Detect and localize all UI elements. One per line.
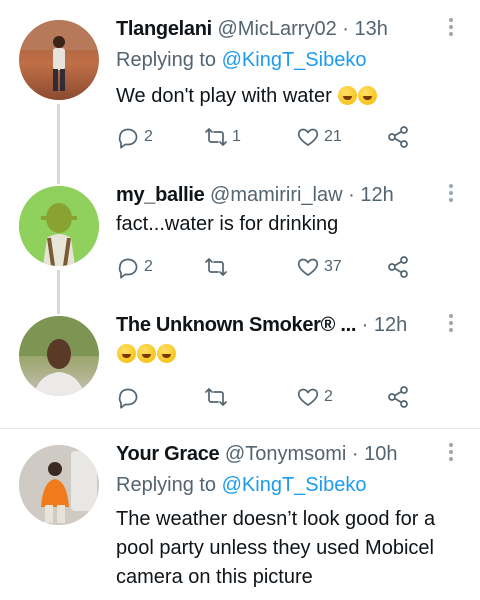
more-vertical-icon[interactable] <box>446 443 456 465</box>
tweet-header: Tlangelani @MicLarry02 · 13h <box>116 14 388 44</box>
display-name[interactable]: The Unknown Smoker® ... <box>116 314 356 336</box>
separator-dot: · <box>361 314 369 336</box>
reply-bubble-icon <box>118 388 138 409</box>
mention-link[interactable]: @KingT_Sibeko <box>222 474 367 496</box>
tweet-3[interactable]: The Unknown Smoker® ... · 12h 2 <box>0 308 480 428</box>
replying-to-label: Replying to <box>116 474 217 496</box>
avatar[interactable] <box>19 186 99 266</box>
thread-line <box>57 270 60 308</box>
tweet-actions: 2 1 21 <box>116 124 416 150</box>
retweet-icon <box>205 388 227 406</box>
separator-dot: · <box>351 443 359 465</box>
reply-count: 2 <box>144 258 153 275</box>
more-vertical-icon[interactable] <box>446 184 456 206</box>
like-button[interactable]: 2 <box>296 384 333 410</box>
share-button[interactable] <box>386 124 410 150</box>
replying-to-label: Replying to <box>116 49 217 71</box>
avatar-photo-person-icon <box>19 20 99 91</box>
username[interactable]: @mamiriri_law <box>210 184 343 206</box>
share-icon <box>388 256 408 278</box>
retweet-icon <box>205 128 227 146</box>
heart-icon <box>297 388 319 406</box>
mention-link[interactable]: @KingT_Sibeko <box>222 49 367 71</box>
retweet-count: 1 <box>232 128 241 145</box>
avatar-photo-person-icon <box>19 445 99 525</box>
tweet-header: my_ballie @mamiriri_law · 12h <box>116 180 394 210</box>
tweet-1[interactable]: Tlangelani @MicLarry02 · 13h Replying to… <box>0 0 480 170</box>
tweet-2[interactable]: my_ballie @mamiriri_law · 12h fact...wat… <box>0 170 480 308</box>
tweet-actions: 2 37 <box>116 254 416 280</box>
tweet-4[interactable]: Your Grace @Tonymsomi · 10h Replying to … <box>0 429 480 600</box>
retweet-button[interactable] <box>204 254 232 280</box>
separator-dot: · <box>348 184 355 206</box>
retweet-button[interactable] <box>204 384 232 410</box>
timestamp[interactable]: 12h <box>374 314 407 336</box>
display-name[interactable]: Your Grace <box>116 443 220 465</box>
tweet-body: The weather doesn’t look good for a pool… <box>116 508 436 588</box>
laughing-emoji-icon <box>338 86 358 105</box>
heart-icon <box>297 258 319 276</box>
tweet-text <box>116 340 476 369</box>
like-button[interactable]: 21 <box>296 124 342 150</box>
timestamp[interactable]: 12h <box>360 184 393 206</box>
avatar-photo-person-icon <box>19 316 99 396</box>
thread-line <box>57 104 60 170</box>
tweet-text: fact...water is for drinking <box>116 210 476 239</box>
like-count: 37 <box>324 258 342 275</box>
timestamp[interactable]: 13h <box>355 18 388 40</box>
retweet-button[interactable]: 1 <box>204 124 241 150</box>
reply-count: 2 <box>144 128 153 145</box>
like-button[interactable]: 37 <box>296 254 342 280</box>
like-count: 2 <box>324 388 333 405</box>
replying-to: Replying to @KingT_Sibeko <box>116 471 366 499</box>
tweet-text: We don't play with water <box>116 82 476 111</box>
tweet-header: Your Grace @Tonymsomi · 10h <box>116 439 398 469</box>
tweet-actions: 2 <box>116 384 416 410</box>
thread-line <box>57 170 60 184</box>
rolling-laughing-emoji-icon <box>358 86 378 105</box>
rolling-laughing-emoji-icon <box>137 344 156 363</box>
reply-bubble-icon <box>118 128 138 149</box>
more-vertical-icon[interactable] <box>446 18 456 40</box>
avatar[interactable] <box>19 445 99 525</box>
share-button[interactable] <box>386 254 410 280</box>
share-button[interactable] <box>386 384 410 410</box>
avatar-cartoon-ogre-icon <box>19 186 99 266</box>
tweet-body: We don't play with water <box>116 85 332 107</box>
retweet-icon <box>205 258 227 276</box>
rolling-laughing-emoji-icon <box>117 344 136 363</box>
thread-line <box>57 308 60 314</box>
timestamp[interactable]: 10h <box>364 443 397 465</box>
reply-button[interactable]: 2 <box>116 124 153 150</box>
avatar[interactable] <box>19 20 99 100</box>
tweet-header: The Unknown Smoker® ... · 12h <box>116 310 407 340</box>
display-name[interactable]: my_ballie <box>116 184 205 206</box>
separator-dot: · <box>342 18 349 40</box>
share-icon <box>388 126 408 148</box>
like-count: 21 <box>324 128 342 145</box>
heart-icon <box>297 128 319 146</box>
reply-button[interactable] <box>116 384 144 410</box>
rolling-laughing-emoji-icon <box>157 344 176 363</box>
reply-bubble-icon <box>118 258 138 279</box>
replying-to: Replying to @KingT_Sibeko <box>116 46 366 74</box>
more-vertical-icon[interactable] <box>446 314 456 336</box>
username[interactable]: @Tonymsomi <box>225 443 346 465</box>
tweet-text: The weather doesn’t look good for a pool… <box>116 505 476 592</box>
share-icon <box>388 386 408 408</box>
reply-button[interactable]: 2 <box>116 254 153 280</box>
username[interactable]: @MicLarry02 <box>217 18 336 40</box>
avatar[interactable] <box>19 316 99 396</box>
display-name[interactable]: Tlangelani <box>116 18 212 40</box>
tweet-body: fact...water is for drinking <box>116 213 339 235</box>
